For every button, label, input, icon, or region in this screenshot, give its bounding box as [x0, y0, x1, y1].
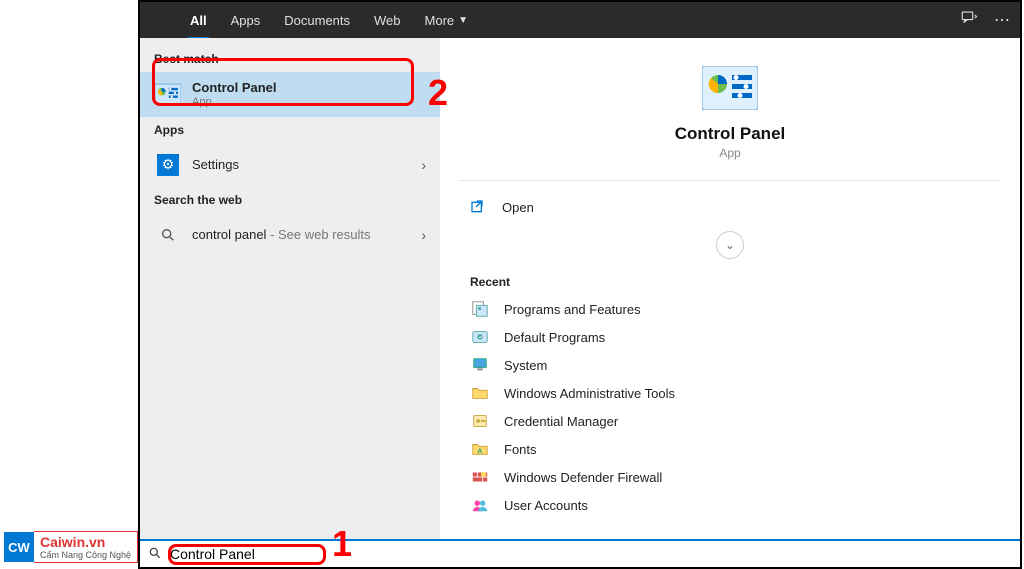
tab-apps[interactable]: Apps: [219, 2, 273, 38]
results-panel: Best match Control Panel App Apps ⚙ Sett…: [140, 38, 440, 539]
more-options-icon[interactable]: ⋯: [994, 10, 1010, 30]
feedback-icon[interactable]: [960, 9, 978, 32]
tab-documents[interactable]: Documents: [272, 2, 362, 38]
apps-settings[interactable]: ⚙ Settings ›: [140, 143, 440, 187]
default-programs-icon: [470, 328, 490, 346]
tab-all[interactable]: All: [178, 2, 219, 38]
web-header: Search the web: [140, 187, 440, 213]
apps-header: Apps: [140, 117, 440, 143]
search-bar[interactable]: [140, 539, 1020, 567]
control-panel-icon: [702, 66, 758, 110]
result-title: Control Panel: [192, 80, 277, 96]
svg-text:A: A: [477, 447, 482, 456]
system-icon: [470, 356, 490, 374]
watermark: CW Caiwin.vn Cẩm Nang Công Nghệ: [4, 531, 138, 563]
open-icon: [470, 199, 486, 215]
fonts-icon: A: [470, 440, 490, 458]
search-filter-tabs: All Apps Documents Web More▼ ⋯: [140, 2, 1020, 38]
result-subtitle: App: [192, 96, 277, 109]
folder-icon: [470, 384, 490, 402]
search-icon: [148, 546, 162, 563]
best-match-control-panel[interactable]: Control Panel App: [140, 72, 440, 117]
chevron-down-icon: ⌄: [725, 238, 735, 252]
preview-panel: Control Panel App Open ⌄ Recent Programs…: [440, 38, 1020, 539]
firewall-icon: [470, 468, 490, 486]
recent-admin-tools[interactable]: Windows Administrative Tools: [440, 379, 1020, 407]
tab-more[interactable]: More▼: [413, 2, 481, 38]
user-accounts-icon: [470, 496, 490, 514]
recent-system[interactable]: System: [440, 351, 1020, 379]
web-result-control-panel[interactable]: control panel - See web results ›: [140, 213, 440, 257]
recent-default-programs[interactable]: Default Programs: [440, 323, 1020, 351]
recent-header: Recent: [440, 269, 1020, 295]
tab-web[interactable]: Web: [362, 2, 413, 38]
settings-icon: ⚙: [154, 151, 182, 179]
watermark-logo: CW: [4, 532, 34, 562]
preview-title: Control Panel: [440, 124, 1020, 144]
search-icon: [154, 221, 182, 249]
recent-programs-and-features[interactable]: Programs and Features: [440, 295, 1020, 323]
preview-subtitle: App: [440, 146, 1020, 160]
chevron-right-icon: ›: [421, 227, 426, 243]
expand-button[interactable]: ⌄: [716, 231, 744, 259]
recent-credential-manager[interactable]: Credential Manager: [440, 407, 1020, 435]
recent-user-accounts[interactable]: User Accounts: [440, 491, 1020, 519]
open-button[interactable]: Open: [440, 189, 1020, 225]
control-panel-icon: [154, 80, 182, 108]
recent-defender-firewall[interactable]: Windows Defender Firewall: [440, 463, 1020, 491]
chevron-right-icon: ›: [421, 157, 426, 173]
credential-icon: [470, 412, 490, 430]
recent-fonts[interactable]: AFonts: [440, 435, 1020, 463]
search-input[interactable]: [168, 545, 428, 563]
best-match-header: Best match: [140, 46, 440, 72]
programs-icon: [470, 300, 490, 318]
